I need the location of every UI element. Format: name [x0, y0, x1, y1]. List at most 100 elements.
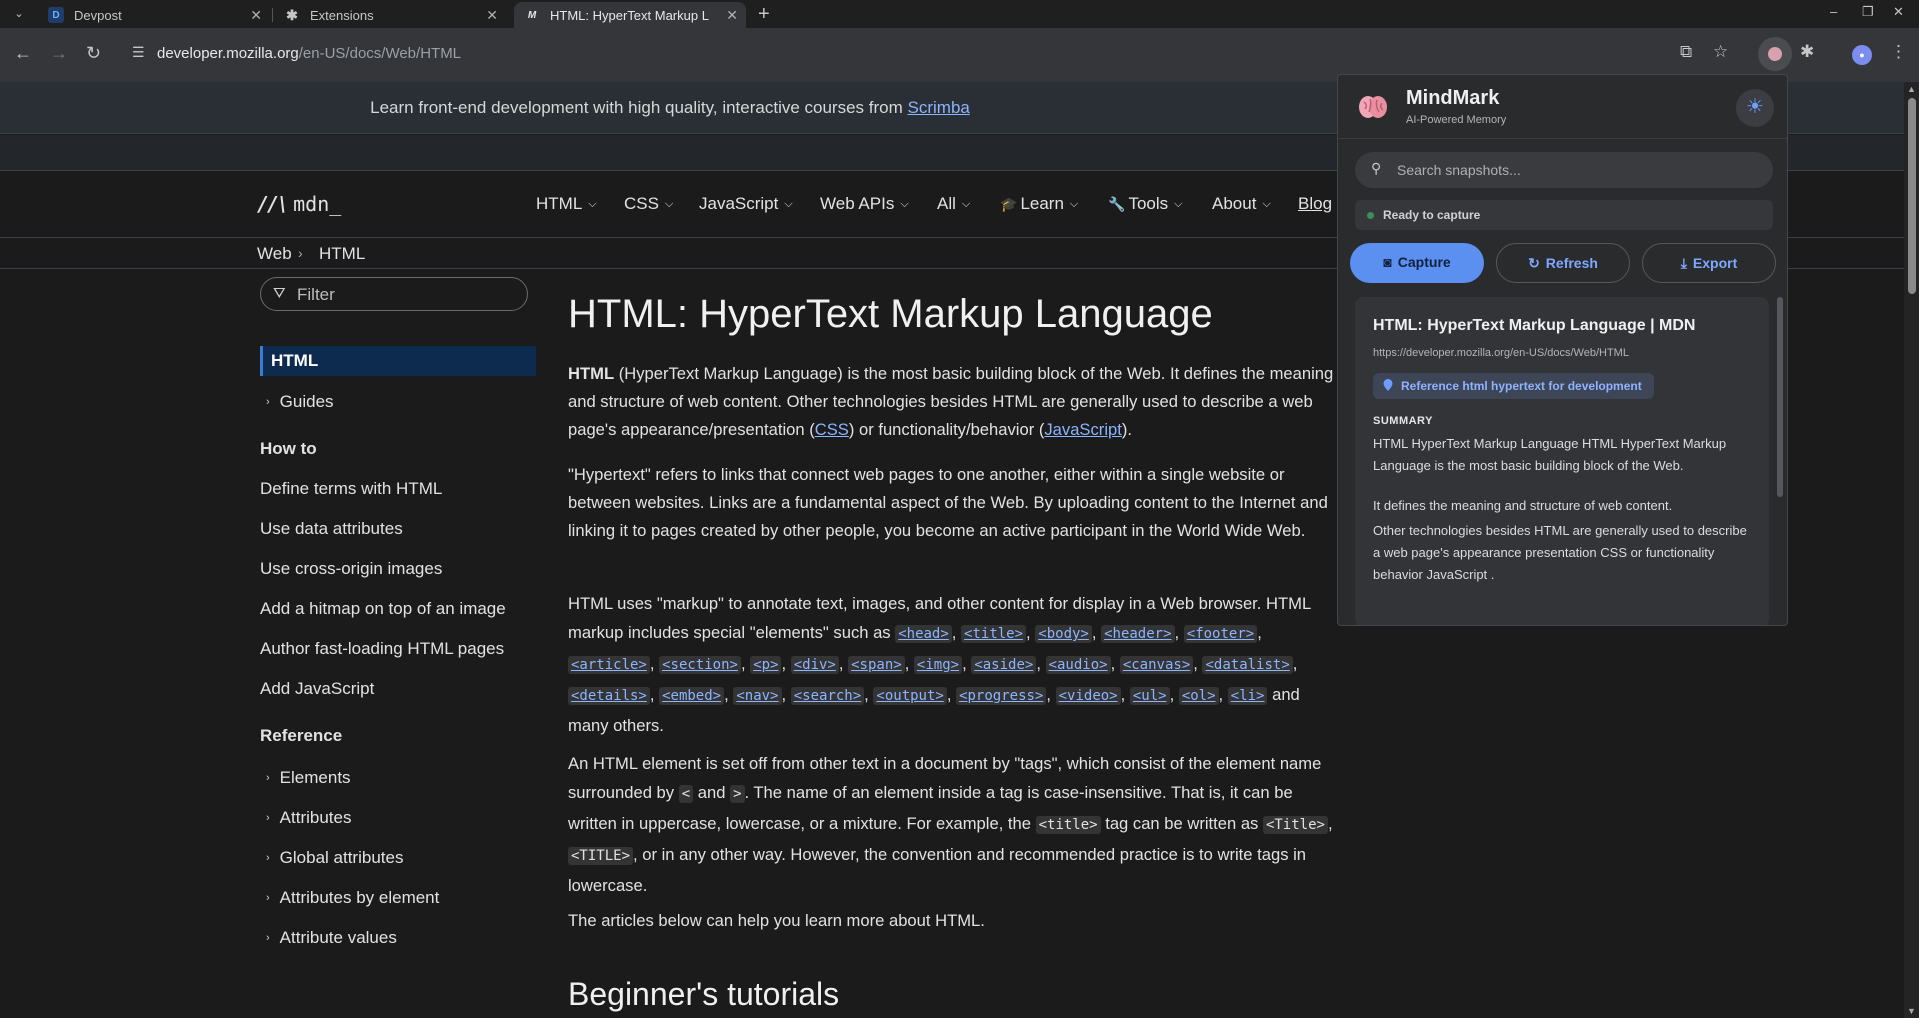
page-scrollbar[interactable]: ▲ ▼ [1904, 82, 1919, 1018]
sidebar-heading-howto: How to [260, 439, 317, 458]
popup-scrollbar[interactable] [1777, 297, 1783, 497]
element-link[interactable]: <div> [790, 656, 839, 674]
sidebar-item-attributes-by-element[interactable]: › Attributes by element [260, 888, 439, 908]
javascript-link[interactable]: JavaScript [1044, 420, 1121, 439]
nav-tools[interactable]: 🔧 Tools ⌵ [1108, 194, 1182, 214]
intro-paragraph: HTML (HyperText Markup Language) is the … [568, 364, 1334, 439]
element-link[interactable]: <span> [848, 656, 905, 674]
capture-button[interactable]: ◙ Capture [1350, 243, 1484, 283]
element-link[interactable]: <p> [750, 656, 782, 674]
sidebar-item-attribute-values[interactable]: › Attribute values [260, 928, 397, 948]
element-link[interactable]: <progress> [956, 687, 1047, 705]
chevron-right-icon: › [298, 245, 303, 261]
close-icon[interactable]: ✕ [250, 7, 262, 24]
bookmark-star-icon[interactable]: ☆ [1713, 42, 1728, 62]
sidebar-item-guides[interactable]: › Guides [260, 392, 334, 412]
nav-learn[interactable]: 🎓 Learn ⌵ [1000, 194, 1078, 214]
chevron-down-icon: ⌵ [588, 198, 597, 210]
sidebar-item-fast-loading[interactable]: Author fast-loading HTML pages [260, 639, 504, 659]
site-info-icon[interactable]: ☰ [132, 44, 145, 61]
nav-javascript[interactable]: JavaScript ⌵ [699, 194, 793, 214]
profile-avatar[interactable]: ● [1852, 45, 1872, 65]
snapshot-title[interactable]: HTML: HyperText Markup Language | MDN [1373, 317, 1695, 335]
install-app-icon[interactable]: ⧉ [1680, 42, 1692, 62]
sidebar-item-define-terms[interactable]: Define terms with HTML [260, 479, 442, 499]
snapshot-url: https://developer.mozilla.org/en-US/docs… [1373, 347, 1629, 359]
tab-extensions[interactable]: ✱ Extensions ✕ [274, 2, 506, 28]
element-link[interactable]: <body> [1035, 625, 1092, 643]
sidebar-item-elements[interactable]: › Elements [260, 768, 351, 788]
element-link[interactable]: <title> [961, 625, 1027, 643]
tab-search-button[interactable]: ⌄ [8, 3, 30, 25]
element-link[interactable]: <img> [913, 656, 963, 674]
tab-mdn-html[interactable]: M HTML: HyperText Markup L ✕ [514, 2, 746, 28]
element-link[interactable]: <audio> [1045, 656, 1111, 674]
refresh-button[interactable]: ↻ Refresh [1496, 243, 1630, 283]
element-link[interactable]: <aside> [971, 656, 1037, 674]
tab-devpost[interactable]: D Devpost ✕ [38, 2, 270, 28]
sidebar-item-global-attributes[interactable]: › Global attributes [260, 848, 403, 868]
sidebar-item-add-javascript[interactable]: Add JavaScript [260, 679, 374, 699]
menu-kebab-icon[interactable]: ⋮ [1890, 42, 1907, 62]
element-link[interactable]: <embed> [659, 687, 725, 705]
element-link[interactable]: <head> [895, 625, 952, 643]
scrimba-link[interactable]: Scrimba [908, 98, 970, 117]
element-link[interactable]: <footer> [1183, 625, 1258, 643]
snapshot-card[interactable]: HTML: HyperText Markup Language | MDN ht… [1355, 297, 1769, 625]
nav-html[interactable]: HTML ⌵ [536, 194, 597, 214]
element-link[interactable]: <video> [1055, 687, 1121, 705]
extensions-puzzle-icon[interactable]: ✱ [1800, 42, 1814, 62]
forward-icon[interactable]: → [50, 43, 68, 64]
snapshot-tag[interactable]: Reference html hypertext for development [1373, 373, 1654, 399]
element-link[interactable]: <section> [659, 656, 741, 674]
nav-web-apis[interactable]: Web APIs ⌵ [820, 194, 909, 214]
sidebar-item-attributes[interactable]: › Attributes [260, 808, 351, 828]
nav-css[interactable]: CSS ⌵ [624, 194, 673, 214]
mdn-logo[interactable]: //\ mdn_ [257, 192, 341, 216]
nav-blog[interactable]: Blog [1298, 194, 1332, 214]
filter-icon: ⛛ [273, 285, 286, 302]
new-tab-button[interactable]: + [758, 3, 770, 25]
breadcrumb-web[interactable]: Web [257, 244, 292, 264]
sidebar-item-html[interactable]: HTML [260, 346, 536, 376]
element-link[interactable]: <header> [1101, 625, 1175, 643]
nav-about[interactable]: About ⌵ [1212, 194, 1271, 214]
snapshot-search-input[interactable]: ⚲ Search snapshots... [1355, 152, 1773, 188]
close-icon[interactable]: ✕ [726, 7, 738, 24]
element-link[interactable]: <canvas> [1119, 656, 1194, 674]
element-link[interactable]: <search> [790, 687, 865, 705]
minimize-icon[interactable]: – [1830, 4, 1837, 19]
theme-toggle-sun-icon[interactable]: ☀ [1736, 89, 1774, 127]
sidebar-item-hitmap[interactable]: Add a hitmap on top of an image [260, 599, 506, 619]
close-icon[interactable]: ✕ [486, 7, 498, 24]
mindmark-extension-button[interactable] [1758, 37, 1792, 71]
element-link[interactable]: <nav> [733, 687, 782, 705]
element-link[interactable]: <ol> [1178, 687, 1219, 705]
back-icon[interactable]: ← [14, 43, 32, 64]
camera-icon: ◙ [1383, 254, 1392, 270]
graduation-cap-icon: 🎓 [1000, 196, 1018, 212]
url-text[interactable]: developer.mozilla.org/en-US/docs/Web/HTM… [157, 45, 461, 62]
element-link[interactable]: <details> [568, 687, 650, 705]
css-link[interactable]: CSS [815, 420, 849, 439]
address-bar[interactable]: ☰ developer.mozilla.org/en-US/docs/Web/H… [122, 36, 1722, 72]
status-text: Ready to capture [1383, 208, 1481, 222]
sidebar-item-data-attributes[interactable]: Use data attributes [260, 519, 403, 539]
element-link[interactable]: <ul> [1129, 687, 1170, 705]
restore-icon[interactable]: ❐ [1862, 4, 1874, 20]
close-window-icon[interactable]: ✕ [1893, 4, 1904, 20]
element-link[interactable]: <li> [1227, 687, 1268, 705]
element-link[interactable]: <article> [568, 656, 650, 674]
element-link[interactable]: <datalist> [1202, 656, 1293, 674]
nav-all[interactable]: All ⌵ [937, 194, 970, 214]
element-link[interactable]: <output> [873, 687, 947, 705]
chevron-down-icon: ⌵ [961, 198, 971, 210]
wrench-icon: 🔧 [1108, 196, 1126, 212]
export-button[interactable]: ⤓ Export [1642, 243, 1776, 283]
sidebar-item-cross-origin-images[interactable]: Use cross-origin images [260, 559, 442, 579]
chevron-right-icon: › [266, 396, 270, 408]
scrollbar-thumb[interactable] [1908, 98, 1916, 294]
breadcrumb-html[interactable]: HTML [319, 244, 365, 264]
sidebar-filter-input[interactable]: ⛛ Filter [260, 277, 528, 311]
reload-icon[interactable]: ↻ [86, 43, 101, 64]
